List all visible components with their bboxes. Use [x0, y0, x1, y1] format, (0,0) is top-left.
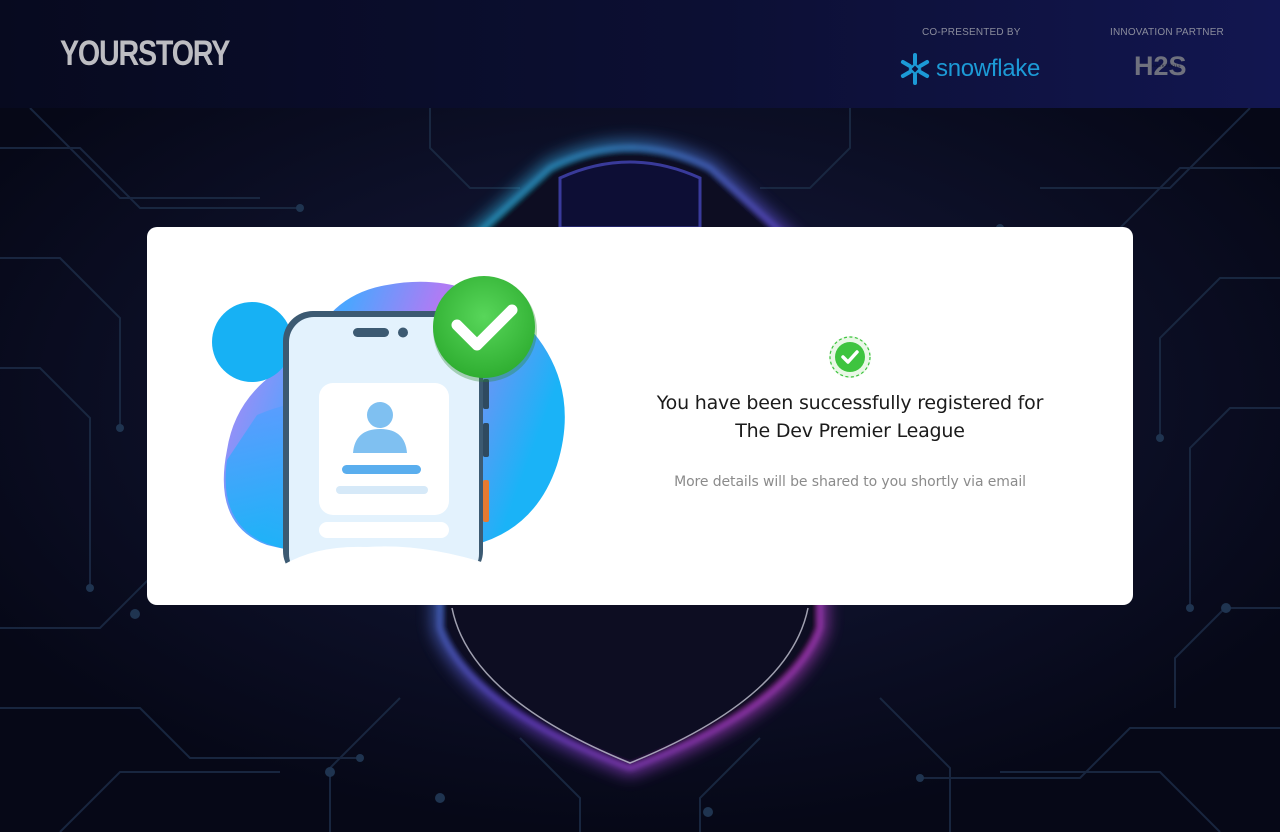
co-presented-label: CO-PRESENTED BY — [922, 27, 1021, 38]
email-followup-note: More details will be shared to you short… — [674, 474, 1026, 490]
headline-line-1: You have been successfully registered fo… — [656, 392, 1044, 414]
phone-profile-illustration — [212, 276, 565, 565]
innovation-partner-label: INNOVATION PARTNER — [1110, 27, 1224, 38]
snowflake-logo[interactable]: snowflake — [898, 52, 1040, 86]
snowflake-logo-icon — [900, 53, 930, 85]
snowflake-wordmark: snowflake — [936, 55, 1041, 82]
success-headline: You have been successfully registered fo… — [625, 389, 1075, 445]
registration-success-modal: You have been successfully registered fo… — [147, 227, 1133, 605]
top-header: YOURSTORY CO-PRESENTED BY snowflake INNO… — [0, 0, 1280, 108]
success-message-block: You have been successfully registered fo… — [625, 333, 1075, 490]
h2s-tagline: HACK2SKILL — [1152, 63, 1182, 68]
h2s-logo[interactable]: H2S HACK2SKILL — [1134, 50, 1204, 82]
headline-line-2-event-name: The Dev Premier League — [735, 420, 965, 442]
check-circle-icon — [829, 336, 871, 378]
check-circle-large-icon — [433, 276, 535, 378]
yourstory-logo[interactable]: YOURSTORY — [60, 34, 230, 74]
